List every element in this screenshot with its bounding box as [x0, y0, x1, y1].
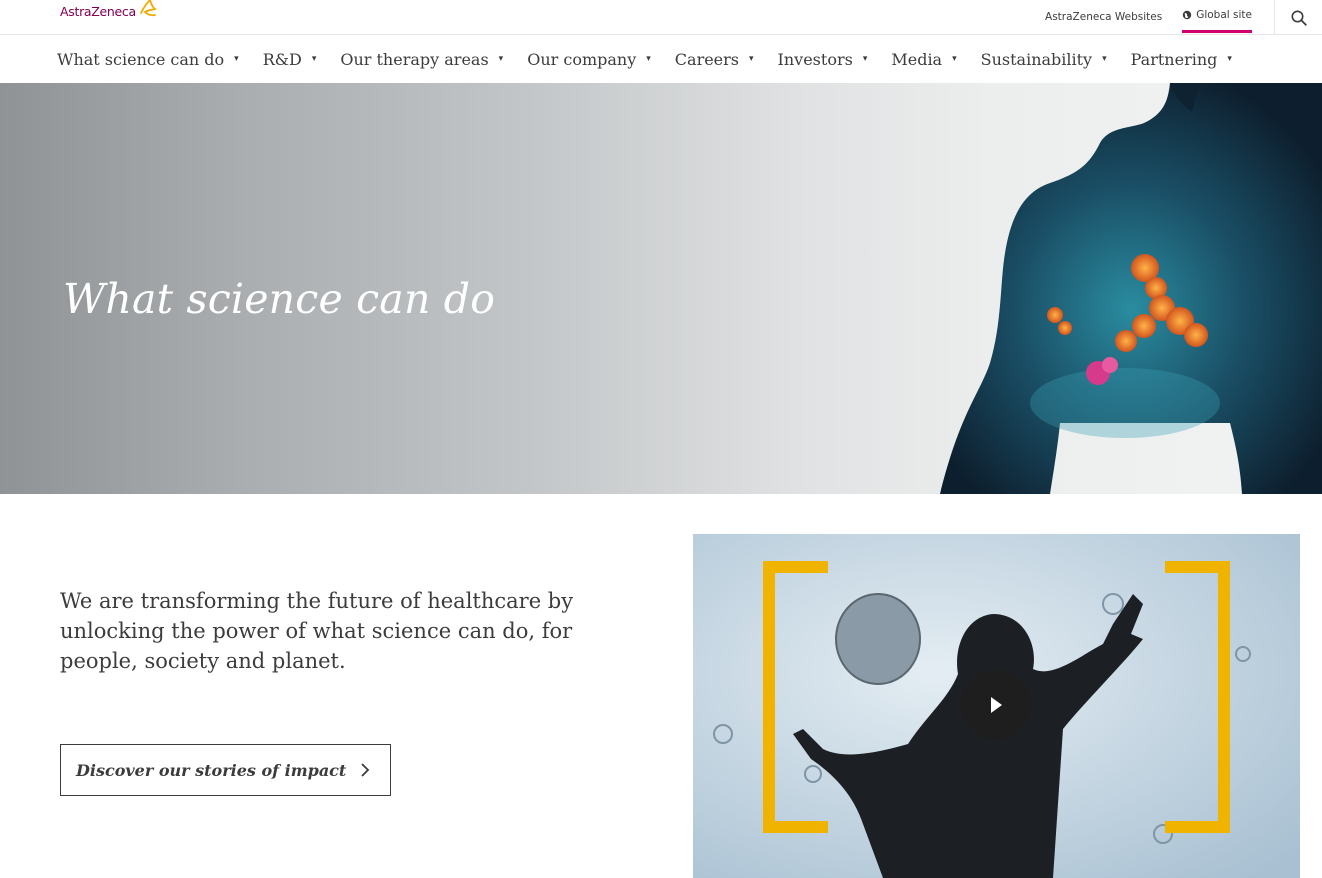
global-site-label: Global site [1196, 9, 1252, 21]
search-icon [1291, 10, 1307, 26]
chevron-down-icon: ▾ [1102, 54, 1107, 64]
hero-human-silhouette-image [940, 83, 1322, 494]
nav-item-therapy-areas[interactable]: Our therapy areas ▾ [340, 50, 503, 69]
nav-label: R&D [262, 49, 302, 69]
nav-label: Investors [777, 49, 853, 69]
nav-label: Careers [674, 49, 740, 69]
chevron-down-icon: ▾ [311, 54, 317, 64]
nav-item-sustainability[interactable]: Sustainability ▾ [981, 50, 1107, 69]
chevron-down-icon: ▾ [952, 54, 957, 64]
nav-item-investors[interactable]: Investors ▾ [778, 50, 868, 69]
nav-item-media[interactable]: Media ▾ [891, 50, 956, 69]
search-button[interactable] [1274, 0, 1322, 35]
play-icon [991, 697, 1002, 713]
nav-label: Partnering [1130, 49, 1218, 69]
nav-label: What science can do [57, 49, 225, 69]
nav-label: Our company [527, 49, 637, 69]
logo-text: AstraZeneca [60, 3, 136, 19]
globe-icon [1183, 10, 1192, 20]
nav-item-partnering[interactable]: Partnering ▾ [1131, 50, 1232, 69]
intro-paragraph: We are transforming the future of health… [60, 589, 574, 673]
main-navigation: What science can do ▾ R&D ▾ Our therapy … [57, 35, 1256, 83]
astrazeneca-websites-link[interactable]: AstraZeneca Websites [1035, 0, 1172, 33]
play-button[interactable] [961, 670, 1031, 740]
chevron-right-icon [361, 763, 370, 777]
utility-links: AstraZeneca Websites Global site [1035, 0, 1322, 35]
nav-item-our-company[interactable]: Our company ▾ [527, 50, 651, 69]
astrazeneca-logo[interactable]: AstraZeneca [60, 0, 159, 19]
nav-label: Our therapy areas [340, 49, 489, 69]
hero-title: What science can do [63, 275, 496, 323]
top-utility-bar: AstraZeneca AstraZeneca Websites Global … [0, 0, 1322, 35]
chevron-down-icon: ▾ [749, 54, 754, 64]
nav-item-careers[interactable]: Careers ▾ [675, 50, 754, 69]
chevron-down-icon: ▾ [862, 54, 868, 64]
logo-mark-icon [139, 0, 157, 17]
hero-banner: What science can do [0, 83, 1322, 494]
websites-label: AstraZeneca Websites [1045, 10, 1163, 23]
nav-item-what-science-can-do[interactable]: What science can do ▾ [57, 50, 239, 69]
chevron-down-icon: ▾ [234, 54, 239, 64]
chevron-down-icon: ▾ [646, 54, 651, 64]
nav-item-rnd[interactable]: R&D ▾ [263, 50, 317, 69]
cta-label: Discover our stories of impact [76, 760, 347, 780]
global-site-link[interactable]: Global site [1182, 0, 1252, 33]
nav-label: Media [891, 49, 943, 69]
discover-stories-button[interactable]: Discover our stories of impact [60, 744, 391, 796]
video-thumbnail[interactable] [693, 534, 1300, 878]
nav-label: Sustainability [980, 49, 1093, 69]
chevron-down-icon: ▾ [498, 54, 504, 64]
chevron-down-icon: ▾ [1227, 54, 1232, 64]
